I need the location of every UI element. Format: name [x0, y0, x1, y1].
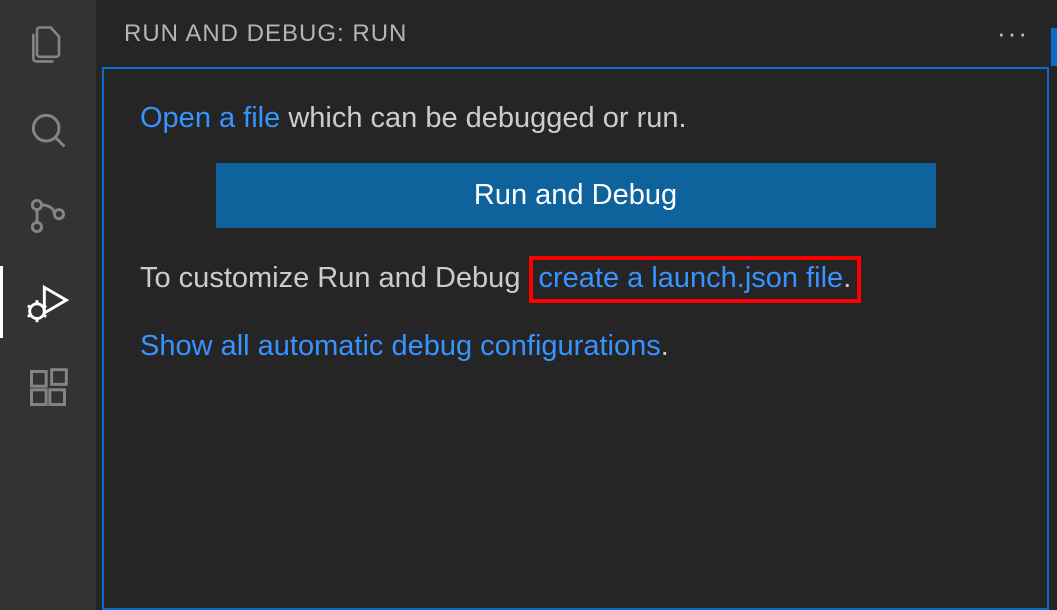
run-debug-icon[interactable] [24, 278, 72, 326]
run-and-debug-button[interactable]: Run and Debug [216, 163, 936, 228]
extensions-icon[interactable] [24, 364, 72, 412]
search-icon[interactable] [24, 106, 72, 154]
show-configs-after: . [661, 330, 669, 362]
source-control-icon[interactable] [24, 192, 72, 240]
show-configs-link[interactable]: Show all automatic debug configurations [140, 330, 661, 362]
right-edge-stripe [1051, 28, 1057, 66]
customize-after: . [843, 262, 851, 294]
show-configs-line: Show all automatic debug configurations. [140, 325, 1011, 369]
create-launch-highlight: create a launch.json file. [529, 256, 862, 304]
open-file-line: Open a file which can be debugged or run… [140, 97, 1011, 141]
customize-before: To customize Run and Debug [140, 262, 529, 294]
more-actions-icon[interactable]: ··· [997, 18, 1029, 49]
sidebar-panel: RUN AND DEBUG: RUN ··· Open a file which… [96, 0, 1057, 610]
open-file-rest: which can be debugged or run. [280, 102, 686, 134]
customize-line: To customize Run and Debug create a laun… [140, 256, 1011, 304]
sidebar-header: RUN AND DEBUG: RUN ··· [96, 0, 1057, 67]
open-file-link[interactable]: Open a file [140, 102, 280, 134]
create-launch-link[interactable]: create a launch.json file [539, 262, 844, 294]
activity-bar [0, 0, 96, 610]
explorer-icon[interactable] [24, 20, 72, 68]
run-debug-content: Open a file which can be debugged or run… [102, 67, 1049, 610]
panel-title: RUN AND DEBUG: RUN [124, 20, 407, 48]
